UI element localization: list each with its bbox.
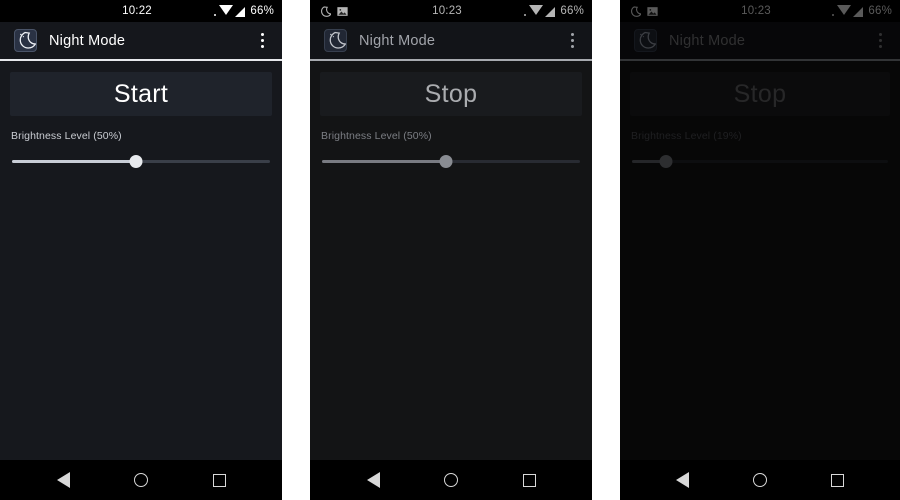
overflow-menu-icon[interactable] [252, 26, 272, 56]
toggle-night-mode-button[interactable]: Start [10, 72, 272, 116]
status-bar-notifications [628, 5, 698, 18]
slider-fill [322, 160, 446, 163]
brightness-label: Brightness Level (50%) [321, 130, 432, 142]
back-icon[interactable] [46, 463, 80, 497]
slider-thumb[interactable] [129, 155, 143, 168]
signal-dot-icon [524, 14, 527, 16]
toggle-night-mode-button[interactable]: Stop [320, 72, 582, 116]
brightness-slider[interactable] [10, 153, 272, 169]
wifi-icon [529, 5, 544, 15]
action-bar: Night Mode [310, 22, 592, 59]
slider-fill [632, 160, 664, 163]
brightness-label: Brightness Level (19%) [631, 130, 742, 142]
moon-notification-icon [628, 5, 641, 18]
status-bar-system-icons: 66% [814, 5, 892, 17]
battery-percent: 66% [560, 5, 584, 17]
recents-icon[interactable] [202, 463, 236, 497]
recents-icon[interactable] [512, 463, 546, 497]
toggle-button-label: Stop [424, 79, 478, 108]
slider-thumb[interactable] [439, 155, 453, 168]
status-bar: 10:23 66% [620, 0, 900, 22]
slider-fill [12, 160, 136, 163]
signal-icon [235, 7, 246, 17]
brightness-slider[interactable] [630, 153, 890, 169]
back-icon[interactable] [666, 463, 700, 497]
screenshot-stage: 10:22 66% Night Mode Start Brightness Le… [0, 0, 900, 500]
action-bar: Night Mode [0, 22, 282, 59]
navigation-bar [0, 460, 282, 500]
signal-icon [545, 7, 556, 17]
battery-percent: 66% [250, 5, 274, 17]
recents-icon[interactable] [820, 463, 854, 497]
moon-icon [14, 29, 37, 52]
navigation-bar [620, 460, 900, 500]
page-title: Night Mode [49, 32, 126, 49]
back-icon[interactable] [356, 463, 390, 497]
action-bar: Night Mode [620, 22, 900, 59]
home-icon[interactable] [434, 463, 468, 497]
status-bar: 10:22 66% [0, 0, 282, 22]
brightness-slider[interactable] [320, 153, 582, 169]
phone-screenshot-1: 10:22 66% Night Mode Start Brightness Le… [0, 0, 282, 500]
navigation-bar [310, 460, 592, 500]
signal-dot-icon [214, 14, 217, 16]
main-content: Start Brightness Level (50%) [0, 61, 282, 460]
status-bar-clock: 10:22 [122, 5, 152, 17]
signal-icon [853, 7, 864, 17]
wifi-icon [837, 5, 852, 15]
screenshot-notification-icon [336, 5, 349, 18]
main-content: Stop Brightness Level (50%) [310, 61, 592, 460]
overflow-menu-icon[interactable] [870, 26, 890, 56]
toggle-night-mode-button[interactable]: Stop [630, 72, 890, 116]
moon-icon [634, 29, 657, 52]
signal-dot-icon [832, 14, 835, 16]
moon-notification-icon [318, 5, 331, 18]
slider-thumb[interactable] [659, 155, 673, 168]
wifi-icon [219, 5, 234, 15]
overflow-menu-icon[interactable] [562, 26, 582, 56]
toggle-button-label: Start [113, 79, 169, 108]
status-bar-notifications [318, 5, 388, 18]
main-content: Stop Brightness Level (19%) [620, 61, 900, 460]
toggle-button-label: Stop [733, 79, 787, 108]
status-bar: 10:23 66% [310, 0, 592, 22]
phone-screenshot-2: 10:23 66% Night Mode Stop Brightness Lev… [310, 0, 592, 500]
status-bar-clock: 10:23 [432, 5, 462, 17]
status-bar-system-icons: 66% [196, 5, 274, 17]
home-icon[interactable] [124, 463, 158, 497]
moon-icon [324, 29, 347, 52]
status-bar-system-icons: 66% [506, 5, 584, 17]
page-title: Night Mode [359, 32, 436, 49]
home-icon[interactable] [743, 463, 777, 497]
phone-screenshot-3: 10:23 66% Night Mode Stop Brightness Lev… [620, 0, 900, 500]
brightness-label: Brightness Level (50%) [11, 130, 122, 142]
page-title: Night Mode [669, 32, 746, 49]
status-bar-clock: 10:23 [741, 5, 771, 17]
screenshot-notification-icon [646, 5, 659, 18]
battery-percent: 66% [868, 5, 892, 17]
